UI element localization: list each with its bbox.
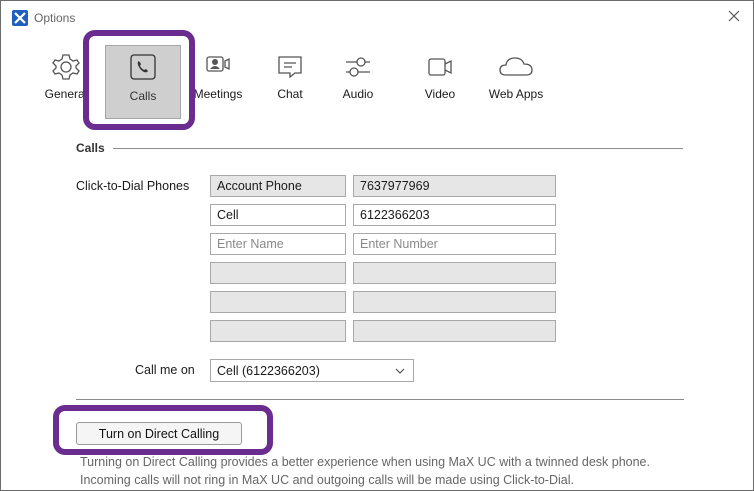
app-logo-icon bbox=[12, 10, 28, 26]
meeting-icon bbox=[202, 51, 234, 82]
gear-icon bbox=[50, 51, 82, 86]
tab-video[interactable]: Video bbox=[415, 45, 465, 115]
tab-web-apps[interactable]: Web Apps bbox=[481, 45, 551, 115]
phone-number-input[interactable] bbox=[353, 233, 556, 255]
chevron-down-icon bbox=[395, 365, 405, 379]
phone-number-field bbox=[353, 262, 556, 284]
cloud-icon bbox=[496, 51, 536, 86]
chat-icon bbox=[274, 51, 306, 86]
click-to-dial-label: Click-to-Dial Phones bbox=[76, 179, 190, 193]
call-me-on-value: Cell (6122366203) bbox=[217, 364, 320, 378]
video-camera-icon bbox=[424, 51, 456, 86]
tab-chat[interactable]: Chat bbox=[265, 45, 315, 115]
close-icon[interactable] bbox=[725, 7, 743, 25]
section-divider bbox=[113, 148, 683, 149]
options-window: Options General Calls Meetings Chat Audi… bbox=[0, 0, 754, 491]
phone-name-field bbox=[210, 291, 346, 313]
phone-name-input[interactable] bbox=[210, 233, 346, 255]
phone-icon bbox=[129, 53, 157, 84]
direct-calling-description: Turning on Direct Calling provides a bet… bbox=[80, 455, 650, 487]
phone-name-field bbox=[210, 262, 346, 284]
tab-audio[interactable]: Audio bbox=[333, 45, 383, 115]
phone-name-field bbox=[210, 320, 346, 342]
tab-label-general: General bbox=[44, 87, 88, 101]
sliders-icon bbox=[342, 51, 374, 86]
tab-calls[interactable]: Calls bbox=[105, 45, 181, 119]
tab-label-meetings: Meetings bbox=[193, 87, 243, 101]
window-title: Options bbox=[34, 11, 76, 25]
phone-number-field bbox=[353, 175, 556, 197]
phone-number-field bbox=[353, 320, 556, 342]
phone-name-field[interactable] bbox=[210, 204, 346, 226]
tab-label-chat: Chat bbox=[277, 87, 303, 101]
tab-label-calls: Calls bbox=[129, 89, 157, 103]
title-bar: Options bbox=[1, 1, 753, 31]
phone-number-field bbox=[353, 291, 556, 313]
calls-section-title: Calls bbox=[76, 141, 105, 155]
tab-general[interactable]: General bbox=[41, 45, 91, 115]
tab-label-video: Video bbox=[424, 87, 456, 101]
call-me-on-label: Call me on bbox=[135, 363, 195, 377]
phone-name-field bbox=[210, 175, 346, 197]
call-me-on-dropdown[interactable]: Cell (6122366203) bbox=[210, 359, 414, 382]
tab-label-audio: Audio bbox=[342, 87, 374, 101]
tab-label-web-apps: Web Apps bbox=[488, 87, 544, 101]
phone-number-field[interactable] bbox=[353, 204, 556, 226]
turn-on-direct-calling-button[interactable]: Turn on Direct Calling bbox=[76, 422, 242, 445]
tab-meetings[interactable]: Meetings bbox=[187, 45, 249, 115]
section-divider bbox=[76, 399, 684, 400]
